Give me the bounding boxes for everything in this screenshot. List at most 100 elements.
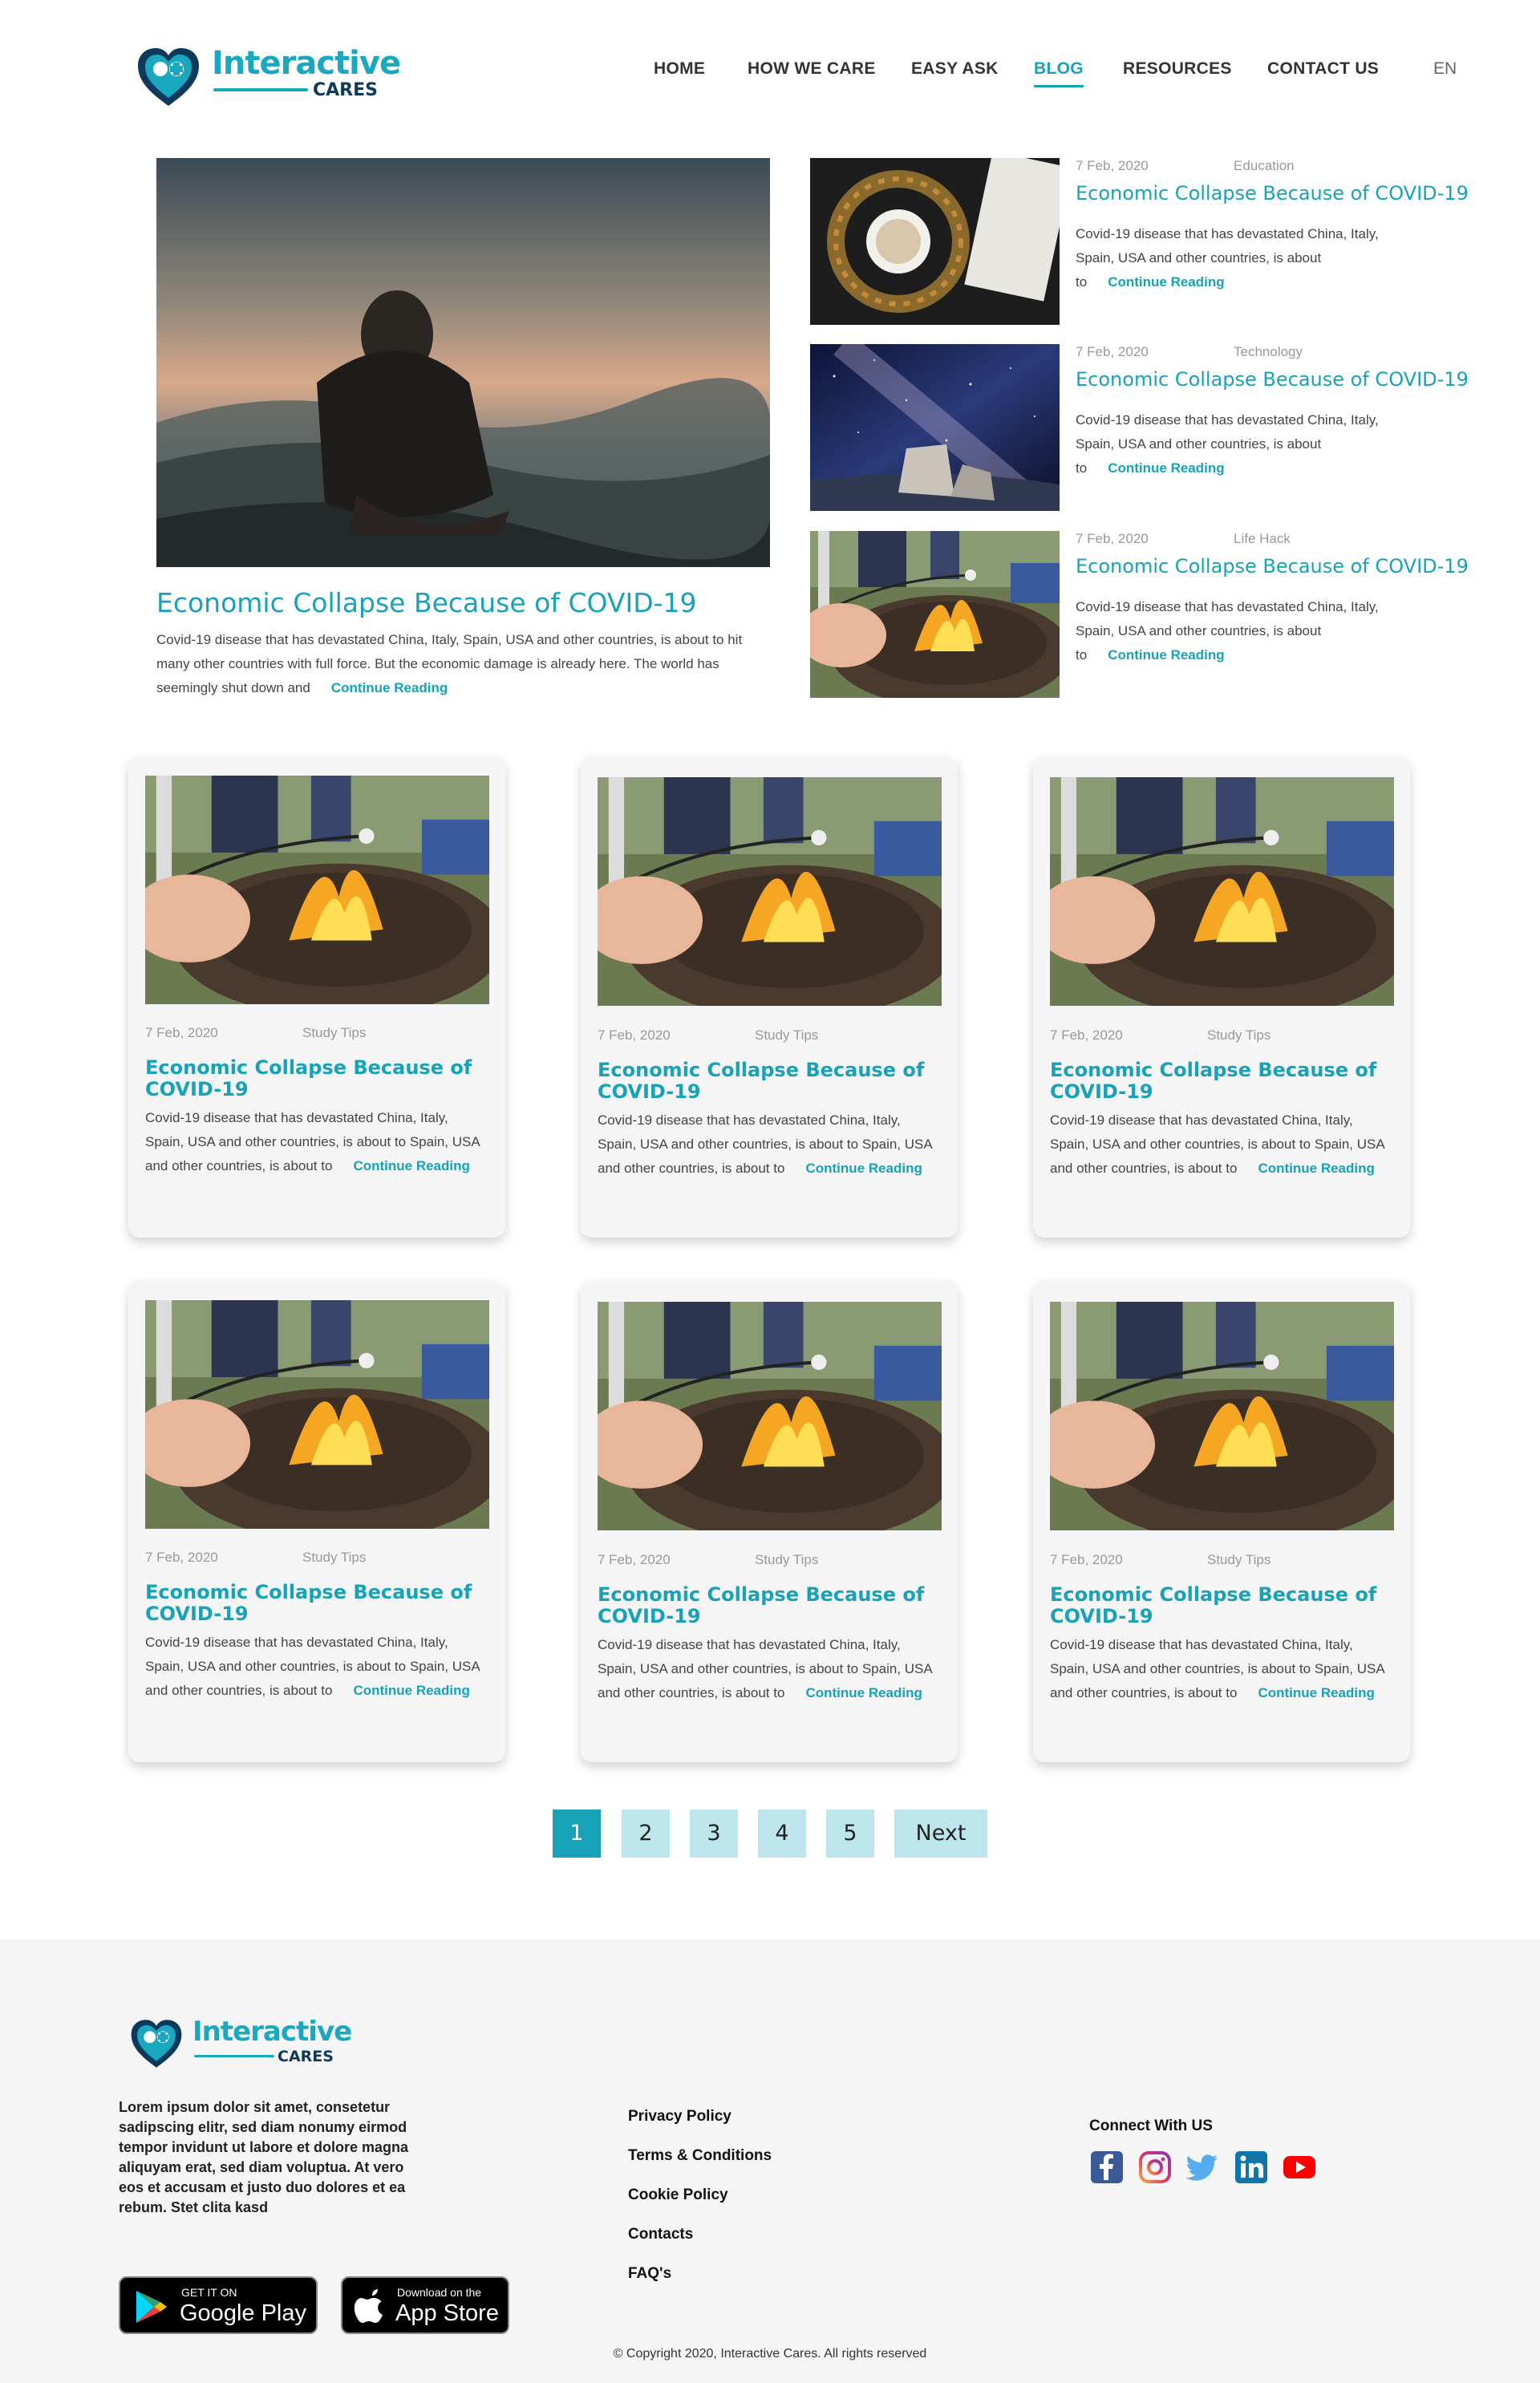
post-card[interactable]: 7 Feb, 2020 Study Tips Economic Collapse… bbox=[128, 1281, 505, 1762]
post-card[interactable]: 7 Feb, 2020 Study Tips Economic Collapse… bbox=[1033, 1281, 1410, 1762]
post-card-continue-reading[interactable]: Continue Reading bbox=[1258, 1685, 1374, 1700]
post-card-title[interactable]: Economic Collapse Because of COVID-19 bbox=[145, 1057, 482, 1100]
nav-contact-us[interactable]: CONTACT US bbox=[1267, 59, 1379, 79]
nav-how-we-care[interactable]: HOW WE CARE bbox=[748, 59, 876, 79]
app-store-button[interactable]: Download on the App Store bbox=[341, 2276, 509, 2334]
post-card-category[interactable]: Study Tips bbox=[302, 1550, 366, 1566]
next-page-button[interactable]: Next bbox=[894, 1810, 987, 1858]
connect-heading: Connect With US bbox=[1089, 2118, 1213, 2134]
side-post-continue-reading[interactable]: Continue Reading bbox=[1108, 460, 1224, 476]
cookie-policy-link[interactable]: Cookie Policy bbox=[628, 2186, 772, 2205]
post-card-image[interactable] bbox=[145, 776, 489, 1004]
apple-icon bbox=[354, 2289, 383, 2323]
post-card-image[interactable] bbox=[1050, 777, 1394, 1006]
nav-resources[interactable]: RESOURCES bbox=[1123, 59, 1232, 79]
post-card-title[interactable]: Economic Collapse Because of COVID-19 bbox=[1050, 1584, 1387, 1627]
featured-image[interactable] bbox=[156, 158, 770, 567]
post-card-excerpt: Covid-19 disease that has devastated Chi… bbox=[598, 1633, 934, 1705]
side-post-title[interactable]: Economic Collapse Because of COVID-19 bbox=[1076, 182, 1469, 205]
featured-excerpt: Covid-19 disease that has devastated Chi… bbox=[156, 628, 774, 700]
page-3-button[interactable]: 3 bbox=[690, 1810, 738, 1858]
privacy-policy-link[interactable]: Privacy Policy bbox=[628, 2108, 772, 2126]
side-post-date: 7 Feb, 2020 bbox=[1076, 158, 1149, 173]
side-post-category[interactable]: Technology bbox=[1234, 344, 1303, 360]
post-card-excerpt: Covid-19 disease that has devastated Chi… bbox=[1050, 1108, 1387, 1181]
language-selector[interactable]: EN bbox=[1433, 59, 1457, 79]
contacts-link[interactable]: Contacts bbox=[628, 2226, 772, 2244]
post-card-continue-reading[interactable]: Continue Reading bbox=[805, 1161, 922, 1176]
post-card[interactable]: 7 Feb, 2020 Study Tips Economic Collapse… bbox=[128, 756, 505, 1238]
footer-about-text: Lorem ipsum dolor sit amet, consetetur s… bbox=[119, 2099, 409, 2215]
side-post: 7 Feb, 2020 Life Hack Economic Collapse … bbox=[810, 531, 1469, 698]
copyright: © Copyright 2020, Interactive Cares. All… bbox=[613, 2347, 927, 2361]
post-card-category[interactable]: Study Tips bbox=[302, 1025, 366, 1041]
post-card-continue-reading[interactable]: Continue Reading bbox=[353, 1683, 469, 1698]
footer-logo[interactable]: Interactive CARES bbox=[128, 2016, 352, 2073]
page-2-button[interactable]: 2 bbox=[622, 1810, 670, 1858]
side-post-excerpt: Covid-19 disease that has devastated Chi… bbox=[1076, 595, 1412, 667]
youtube-icon[interactable] bbox=[1282, 2150, 1317, 2185]
post-card-image[interactable] bbox=[145, 1300, 489, 1529]
side-post-category[interactable]: Education bbox=[1234, 158, 1295, 174]
featured-excerpt-text: Covid-19 disease that has devastated Chi… bbox=[156, 632, 743, 695]
post-card-image[interactable] bbox=[598, 777, 942, 1006]
post-card-continue-reading[interactable]: Continue Reading bbox=[353, 1158, 469, 1173]
post-card-date: 7 Feb, 2020 bbox=[145, 1550, 218, 1565]
facebook-icon[interactable] bbox=[1089, 2150, 1125, 2185]
featured-continue-reading[interactable]: Continue Reading bbox=[331, 680, 448, 695]
post-card-title[interactable]: Economic Collapse Because of COVID-19 bbox=[145, 1582, 482, 1625]
side-post-title[interactable]: Economic Collapse Because of COVID-19 bbox=[1076, 555, 1469, 578]
post-card-excerpt: Covid-19 disease that has devastated Chi… bbox=[145, 1631, 482, 1703]
app-store-big-text: App Store bbox=[395, 2300, 499, 2326]
google-play-button[interactable]: GET IT ON Google Play bbox=[119, 2276, 318, 2334]
side-post-continue-reading[interactable]: Continue Reading bbox=[1108, 647, 1224, 663]
side-post-excerpt: Covid-19 disease that has devastated Chi… bbox=[1076, 222, 1412, 294]
nav-home[interactable]: HOME bbox=[654, 59, 705, 79]
post-card-date: 7 Feb, 2020 bbox=[598, 1027, 671, 1043]
post-card-category[interactable]: Study Tips bbox=[1207, 1027, 1270, 1044]
post-card[interactable]: 7 Feb, 2020 Study Tips Economic Collapse… bbox=[1033, 756, 1410, 1238]
side-post-category[interactable]: Life Hack bbox=[1234, 531, 1291, 547]
pagination: 1 2 3 4 5 Next bbox=[0, 1810, 1540, 1858]
post-card-image[interactable] bbox=[1050, 1302, 1394, 1530]
twitter-icon[interactable] bbox=[1185, 2150, 1221, 2185]
post-card-category[interactable]: Study Tips bbox=[755, 1552, 818, 1568]
side-post-image[interactable] bbox=[810, 531, 1060, 698]
side-post-image[interactable] bbox=[810, 344, 1060, 511]
instagram-icon[interactable] bbox=[1137, 2150, 1173, 2185]
post-card-category[interactable]: Study Tips bbox=[1207, 1552, 1270, 1568]
post-card-category[interactable]: Study Tips bbox=[755, 1027, 818, 1044]
page-4-button[interactable]: 4 bbox=[758, 1810, 806, 1858]
app-store-small-text: Download on the bbox=[397, 2286, 482, 2299]
logo-underline bbox=[213, 88, 308, 91]
post-card-title[interactable]: Economic Collapse Because of COVID-19 bbox=[598, 1584, 934, 1627]
logo-underline bbox=[194, 2055, 274, 2057]
heart-logo-icon bbox=[131, 2020, 182, 2068]
post-card-date: 7 Feb, 2020 bbox=[1050, 1552, 1123, 1567]
post-card-image[interactable] bbox=[598, 1302, 942, 1530]
post-card[interactable]: 7 Feb, 2020 Study Tips Economic Collapse… bbox=[581, 756, 958, 1238]
side-post-image[interactable] bbox=[810, 158, 1060, 325]
side-post-continue-reading[interactable]: Continue Reading bbox=[1108, 274, 1224, 290]
post-card[interactable]: 7 Feb, 2020 Study Tips Economic Collapse… bbox=[581, 1281, 958, 1762]
main-nav: HOME HOW WE CARE EASY ASK BLOG RESOURCES… bbox=[0, 59, 1540, 87]
site-header: Interactive CARES HOME HOW WE CARE EASY … bbox=[0, 0, 1540, 144]
post-card-title[interactable]: Economic Collapse Because of COVID-19 bbox=[598, 1060, 934, 1103]
linkedin-icon[interactable] bbox=[1234, 2150, 1269, 2185]
side-post: 7 Feb, 2020 Education Economic Collapse … bbox=[810, 158, 1469, 325]
featured-title[interactable]: Economic Collapse Because of COVID-19 bbox=[156, 587, 697, 618]
post-card-continue-reading[interactable]: Continue Reading bbox=[805, 1685, 922, 1700]
page-5-button[interactable]: 5 bbox=[826, 1810, 874, 1858]
side-post-date: 7 Feb, 2020 bbox=[1076, 344, 1149, 359]
nav-blog[interactable]: BLOG bbox=[1034, 59, 1084, 87]
site-footer: Interactive CARES Lorem ipsum dolor sit … bbox=[0, 1939, 1540, 2383]
logo-wordmark: Interactive bbox=[192, 2016, 352, 2048]
side-post-title[interactable]: Economic Collapse Because of COVID-19 bbox=[1076, 368, 1469, 391]
faq-link[interactable]: FAQ's bbox=[628, 2265, 772, 2284]
nav-easy-ask[interactable]: EASY ASK bbox=[911, 59, 999, 79]
post-card-title[interactable]: Economic Collapse Because of COVID-19 bbox=[1050, 1060, 1387, 1103]
terms-link[interactable]: Terms & Conditions bbox=[628, 2147, 772, 2166]
page-1-button[interactable]: 1 bbox=[553, 1810, 601, 1858]
side-post-excerpt: Covid-19 disease that has devastated Chi… bbox=[1076, 408, 1412, 480]
post-card-continue-reading[interactable]: Continue Reading bbox=[1258, 1161, 1374, 1176]
